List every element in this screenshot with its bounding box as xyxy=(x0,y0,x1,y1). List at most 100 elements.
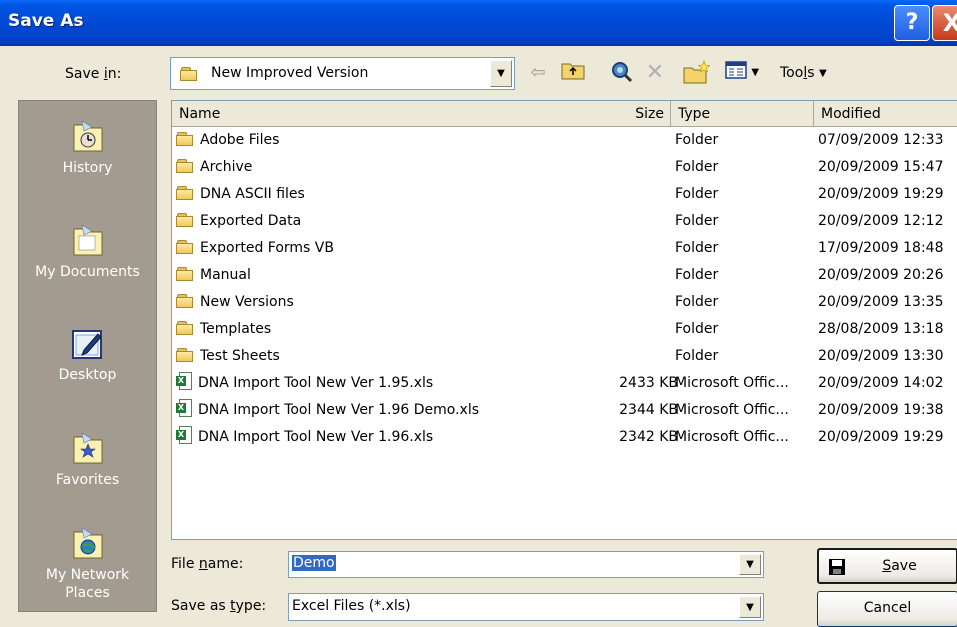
file-row[interactable]: X DNA Import Tool New Ver 1.95.xls 2433 KB… xyxy=(172,370,957,397)
file-type: Folder xyxy=(675,132,719,148)
delete-icon[interactable]: ✕ xyxy=(643,60,667,86)
file-modified: 17/09/2009 18:48 xyxy=(818,240,944,256)
file-size: 2342 KB xyxy=(619,429,678,445)
file-name-label: File name: xyxy=(171,556,244,572)
file-name-cell: X DNA Import Tool New Ver 1.95.xls xyxy=(176,370,616,397)
file-modified: 20/09/2009 20:26 xyxy=(818,267,944,283)
file-type: Folder xyxy=(675,240,719,256)
file-row[interactable]: Exported Forms VB Folder 17/09/2009 18:48 xyxy=(172,235,957,262)
save-in-value: New Improved Version xyxy=(211,65,369,81)
place-history[interactable]: History xyxy=(19,119,156,177)
file-name-text: Test Sheets xyxy=(200,348,280,364)
history-icon xyxy=(73,120,102,152)
help-button[interactable]: ? xyxy=(894,5,930,41)
file-row[interactable]: Archive Folder 20/09/2009 15:47 xyxy=(172,154,957,181)
file-modified: 20/09/2009 12:12 xyxy=(818,213,944,229)
file-modified: 20/09/2009 13:35 xyxy=(818,294,944,310)
file-name-cell: X DNA Import Tool New Ver 1.96.xls xyxy=(176,424,616,451)
search-web-icon[interactable] xyxy=(609,60,635,86)
file-row[interactable]: New Versions Folder 20/09/2009 13:35 xyxy=(172,289,957,316)
save-button-label: ave xyxy=(891,558,917,574)
file-modified: 20/09/2009 15:47 xyxy=(818,159,944,175)
file-size: 2433 KB xyxy=(619,375,678,391)
network-places-icon xyxy=(73,527,102,559)
file-name-text: DNA Import Tool New Ver 1.95.xls xyxy=(198,375,434,391)
file-name-cell: Test Sheets xyxy=(176,343,616,370)
chevron-down-icon[interactable]: ▼ xyxy=(739,554,761,575)
desktop-icon xyxy=(71,330,102,359)
up-one-level-icon[interactable] xyxy=(560,60,586,86)
file-row[interactable]: Manual Folder 20/09/2009 20:26 xyxy=(172,262,957,289)
file-name-cell: Exported Forms VB xyxy=(176,235,616,262)
file-type: Microsoft Offic... xyxy=(675,375,789,391)
place-my-network-places[interactable]: My Network Places xyxy=(19,526,156,602)
column-header-size-label: Size xyxy=(635,106,664,122)
folder-icon xyxy=(176,348,194,362)
file-name-text: Exported Forms VB xyxy=(200,240,334,256)
cancel-button[interactable]: Cancel xyxy=(817,591,957,627)
window-title: Save As xyxy=(8,11,84,31)
new-folder-icon[interactable] xyxy=(683,60,711,86)
file-type: Folder xyxy=(675,159,719,175)
file-type: Microsoft Offic... xyxy=(675,402,789,418)
file-row[interactable]: DNA ASCII files Folder 20/09/2009 19:29 xyxy=(172,181,957,208)
file-type: Folder xyxy=(675,213,719,229)
file-name-text: Templates xyxy=(200,321,272,337)
file-name-text: Exported Data xyxy=(200,213,302,229)
place-desktop[interactable]: Desktop xyxy=(19,326,156,384)
file-name-cell: New Versions xyxy=(176,289,616,316)
file-name-input[interactable]: Demo ▼ xyxy=(288,551,764,578)
excel-file-icon: X xyxy=(176,399,192,418)
chevron-down-icon[interactable]: ▼ xyxy=(739,596,761,618)
file-type: Folder xyxy=(675,267,719,283)
file-modified: 20/09/2009 19:29 xyxy=(818,186,944,202)
save-button-label-key: S xyxy=(882,558,892,574)
back-arrow-icon[interactable]: ⇦ xyxy=(527,60,549,86)
folder-icon xyxy=(176,213,194,227)
file-row[interactable]: Exported Data Folder 20/09/2009 12:12 xyxy=(172,208,957,235)
save-button[interactable]: Save xyxy=(817,548,957,584)
tools-menu[interactable]: Tools ▼ xyxy=(780,60,842,86)
column-header-modified[interactable]: Modified xyxy=(814,101,957,127)
my-documents-icon xyxy=(73,224,102,256)
save-as-type-label: Save as type: xyxy=(171,598,267,614)
save-in-dropdown[interactable]: New Improved Version ▼ xyxy=(170,57,515,90)
file-row[interactable]: Adobe Files Folder 07/09/2009 12:33 xyxy=(172,127,957,154)
file-size: 2344 KB xyxy=(619,402,678,418)
column-header-name[interactable]: Name xyxy=(172,101,671,127)
save-as-dialog: Save As ? X Save in: New Improved Versio… xyxy=(0,0,957,627)
folder-icon xyxy=(176,321,194,335)
places-bar: History My Documents Desktop Favorites M… xyxy=(18,100,157,612)
cancel-button-label: Cancel xyxy=(863,600,912,616)
file-type: Folder xyxy=(675,321,719,337)
file-name-text: Manual xyxy=(200,267,251,283)
column-header-type[interactable]: Type xyxy=(671,101,814,127)
folder-icon xyxy=(176,240,194,254)
file-list[interactable]: Name Type Modified Size Adobe Files Folde… xyxy=(171,100,957,540)
file-name-value: Demo xyxy=(292,555,336,571)
views-icon[interactable]: ▼ xyxy=(722,60,762,86)
excel-file-icon: X xyxy=(176,372,192,391)
file-modified: 20/09/2009 14:02 xyxy=(818,375,944,391)
file-name-text: Adobe Files xyxy=(200,132,280,148)
chevron-down-icon[interactable]: ▼ xyxy=(490,60,512,87)
file-row[interactable]: X DNA Import Tool New Ver 1.96 Demo.xls 23… xyxy=(172,397,957,424)
file-type: Folder xyxy=(675,186,719,202)
file-modified: 20/09/2009 13:30 xyxy=(818,348,944,364)
file-modified: 20/09/2009 19:38 xyxy=(818,402,944,418)
save-in-label: Save in: xyxy=(65,66,122,82)
file-type: Folder xyxy=(675,348,719,364)
file-row[interactable]: Test Sheets Folder 20/09/2009 13:30 xyxy=(172,343,957,370)
file-row[interactable]: X DNA Import Tool New Ver 1.96.xls 2342 KB… xyxy=(172,424,957,451)
folder-icon xyxy=(176,132,194,146)
file-name-cell: Adobe Files xyxy=(176,127,616,154)
file-row[interactable]: Templates Folder 28/08/2009 13:18 xyxy=(172,316,957,343)
folder-icon xyxy=(180,67,198,81)
close-button[interactable]: X xyxy=(932,5,957,41)
file-name-text: Archive xyxy=(200,159,253,175)
file-name-text: DNA ASCII files xyxy=(200,186,305,202)
title-bar[interactable]: Save As ? X xyxy=(0,0,957,46)
save-as-type-dropdown[interactable]: Excel Files (*.xls) ▼ xyxy=(288,593,764,621)
place-favorites[interactable]: Favorites xyxy=(19,431,156,489)
place-my-documents[interactable]: My Documents xyxy=(19,223,156,281)
